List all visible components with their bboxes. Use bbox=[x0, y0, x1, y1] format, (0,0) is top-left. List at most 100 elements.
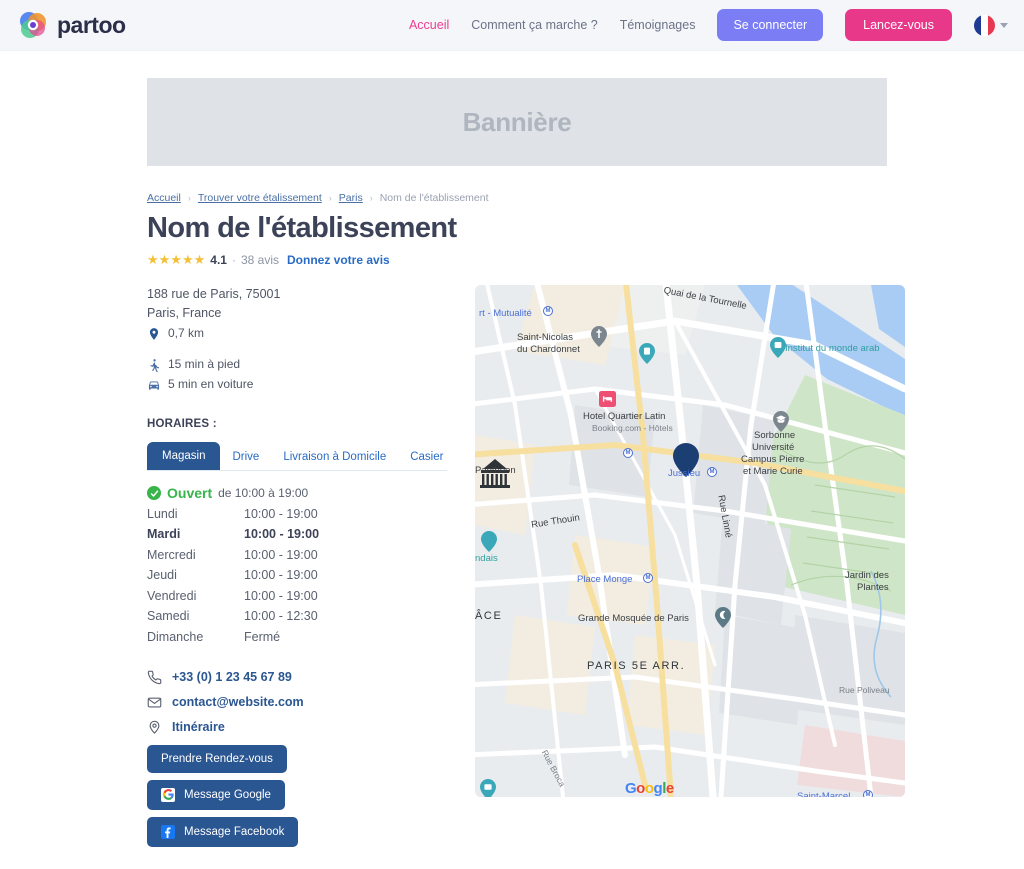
signup-button[interactable]: Lancez-vous bbox=[845, 9, 952, 41]
address-line-2: Paris, France bbox=[147, 306, 222, 320]
email-address[interactable]: contact@website.com bbox=[172, 695, 304, 709]
facebook-message-button-wrap: Message Facebook bbox=[147, 816, 447, 854]
hours-day: Jeudi bbox=[147, 568, 177, 582]
star-rating-icon: ★★★★★ bbox=[147, 252, 206, 267]
location-marker-icon bbox=[147, 720, 161, 734]
header-nav: Accueil Comment ça marche ? Témoignages … bbox=[409, 9, 1008, 41]
google-watermark: Google bbox=[625, 780, 674, 797]
logo-text: partoo bbox=[57, 11, 126, 38]
open-status-detail: de 10:00 à 19:00 bbox=[218, 486, 309, 500]
tab-livraison-a-domicile[interactable]: Livraison à Domicile bbox=[271, 444, 398, 470]
walking-icon bbox=[147, 358, 161, 372]
page-title: Nom de l'établissement bbox=[147, 212, 457, 244]
table-row: Lundi 10:00 - 19:00 bbox=[147, 504, 319, 525]
tab-casier[interactable]: Casier bbox=[398, 444, 455, 470]
map-marker-icon bbox=[673, 443, 699, 477]
car-icon bbox=[147, 378, 161, 392]
metro-icon: M bbox=[623, 448, 633, 458]
metro-icon: M bbox=[707, 467, 717, 477]
walk-time-row: 15 min à pied bbox=[147, 355, 447, 374]
drive-time-row: 5 min en voiture bbox=[147, 375, 447, 394]
nav-item-temoignages[interactable]: Témoignages bbox=[620, 18, 696, 32]
distance-value: 0,7 km bbox=[168, 326, 205, 340]
hours-day: Vendredi bbox=[147, 588, 197, 603]
hours-time: 10:00 - 19:00 bbox=[244, 568, 318, 582]
directions-row[interactable]: Itinéraire bbox=[147, 720, 447, 734]
google-message-button[interactable]: Message Google bbox=[147, 779, 285, 810]
envelope-icon bbox=[147, 695, 162, 709]
nav-item-accueil[interactable]: Accueil bbox=[409, 18, 449, 32]
map-view[interactable]: M M M M M rt - Mutualité Quai de la Tour… bbox=[475, 285, 905, 797]
map-column: M M M M M rt - Mutualité Quai de la Tour… bbox=[475, 285, 905, 854]
google-message-button-wrap: Message Google bbox=[147, 779, 447, 817]
open-status-word: Ouvert bbox=[167, 485, 213, 501]
breadcrumb-separator: › bbox=[369, 193, 373, 203]
breadcrumb-separator: › bbox=[328, 193, 332, 203]
metro-icon: M bbox=[643, 573, 653, 583]
table-row: Mardi 10:00 - 19:00 bbox=[147, 525, 319, 546]
breadcrumb-separator: › bbox=[187, 193, 191, 203]
hours-day: Mercredi bbox=[147, 547, 196, 562]
hours-day: Lundi bbox=[147, 506, 178, 521]
france-flag-icon bbox=[974, 14, 995, 36]
phone-icon bbox=[147, 670, 162, 684]
breadcrumb: Accueil › Trouver votre étalissement › P… bbox=[147, 192, 887, 204]
appointment-button[interactable]: Prendre Rendez-vous bbox=[147, 744, 287, 773]
rating-row: ★★★★★ 4.1 · 38 avis Donnez votre avis bbox=[147, 252, 887, 268]
contact-block: +33 (0) 1 23 45 67 89 contact@website.co… bbox=[147, 670, 447, 854]
hours-day: Mardi bbox=[147, 527, 181, 541]
table-row: Mercredi 10:00 - 19:00 bbox=[147, 545, 319, 566]
directions-link[interactable]: Itinéraire bbox=[172, 720, 225, 734]
banner-text: Bannière bbox=[462, 106, 572, 137]
breadcrumb-item-current: Nom de l'établissement bbox=[379, 192, 489, 204]
site-header: partoo Accueil Comment ça marche ? Témoi… bbox=[0, 0, 1024, 51]
review-count: 38 avis bbox=[240, 253, 279, 267]
distance-row: 0,7 km bbox=[147, 324, 447, 343]
rating-separator: · bbox=[231, 253, 236, 267]
content-columns: 188 rue de Paris, 75001 Paris, France 0,… bbox=[147, 285, 905, 854]
logo[interactable]: partoo bbox=[18, 10, 126, 40]
hours-time: 10:00 - 19:00 bbox=[244, 547, 318, 562]
partoo-circle-logo-icon bbox=[18, 10, 48, 40]
breadcrumb-item-trouver[interactable]: Trouver votre étalissement bbox=[198, 192, 322, 204]
table-row: Jeudi 10:00 - 19:00 bbox=[147, 566, 319, 587]
page-body: Bannière Accueil › Trouver votre étaliss… bbox=[0, 78, 1024, 869]
hours-time: 10:00 - 12:30 bbox=[244, 609, 318, 623]
breadcrumb-item-paris[interactable]: Paris bbox=[339, 192, 363, 204]
map-canvas bbox=[475, 285, 905, 797]
language-selector[interactable] bbox=[974, 14, 1008, 36]
facebook-icon bbox=[161, 824, 175, 839]
banner: Bannière bbox=[147, 78, 887, 166]
phone-number[interactable]: +33 (0) 1 23 45 67 89 bbox=[172, 670, 292, 684]
facebook-message-button[interactable]: Message Facebook bbox=[147, 816, 299, 847]
nav-item-comment-ca-marche[interactable]: Comment ça marche ? bbox=[471, 18, 597, 32]
hotel-poi-icon bbox=[599, 391, 616, 407]
table-row: Vendredi 10:00 - 19:00 bbox=[147, 586, 319, 607]
hours-section-label: HORAIRES : bbox=[147, 418, 217, 430]
info-column: 188 rue de Paris, 75001 Paris, France 0,… bbox=[147, 285, 447, 854]
hours-time: Fermé bbox=[244, 629, 281, 644]
facebook-message-label: Message Facebook bbox=[184, 825, 285, 838]
address-line-1: 188 rue de Paris, 75001 bbox=[147, 287, 281, 301]
hours-time: 10:00 - 19:00 bbox=[244, 588, 318, 603]
tab-magasin[interactable]: Magasin bbox=[147, 442, 221, 470]
email-row[interactable]: contact@website.com bbox=[147, 695, 447, 709]
hours-day: Samedi bbox=[147, 609, 190, 623]
metro-icon: M bbox=[543, 306, 553, 316]
login-button[interactable]: Se connecter bbox=[717, 9, 824, 41]
leave-review-link[interactable]: Donnez votre avis bbox=[287, 253, 390, 267]
phone-row[interactable]: +33 (0) 1 23 45 67 89 bbox=[147, 670, 447, 684]
table-row: Dimanche Fermé bbox=[147, 627, 319, 648]
breadcrumb-item-accueil[interactable]: Accueil bbox=[147, 192, 181, 204]
map-pin-icon bbox=[147, 327, 161, 341]
hours-table: Lundi 10:00 - 19:00 Mardi 10:00 - 19:00 … bbox=[147, 504, 319, 648]
appointment-button-wrap: Prendre Rendez-vous bbox=[147, 744, 447, 780]
check-circle-icon bbox=[147, 486, 161, 500]
appointment-button-label: Prendre Rendez-vous bbox=[161, 752, 273, 765]
drive-time-value: 5 min en voiture bbox=[168, 377, 254, 391]
google-icon bbox=[161, 787, 175, 802]
chevron-down-icon bbox=[1000, 22, 1008, 28]
hours-time: 10:00 - 19:00 bbox=[244, 506, 318, 521]
tab-drive[interactable]: Drive bbox=[220, 444, 271, 470]
hours-time: 10:00 - 19:00 bbox=[244, 527, 320, 541]
